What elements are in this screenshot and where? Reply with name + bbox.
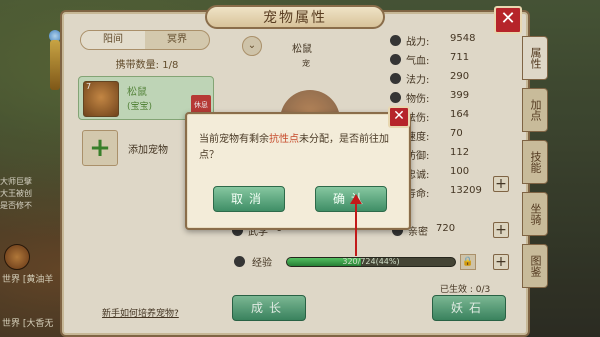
message-text: 当前宠物有剩余 [199, 134, 269, 145]
pointer-arrow [355, 200, 357, 256]
cancel-button[interactable]: 取消 [213, 186, 285, 212]
close-window-button[interactable]: ✕ [494, 6, 522, 34]
window-title: 宠物属性 [205, 5, 385, 29]
confirm-dialog: 当前宠物有剩余抗性点未分配，是否前往加点？ ✕ 取消 确认 [185, 106, 411, 230]
dialog-message: 当前宠物有剩余抗性点未分配，是否前往加点？ [199, 132, 395, 164]
arrow-head-icon [350, 194, 362, 204]
dialog-close-button[interactable]: ✕ [388, 106, 410, 128]
message-highlight: 抗性点 [269, 134, 299, 145]
